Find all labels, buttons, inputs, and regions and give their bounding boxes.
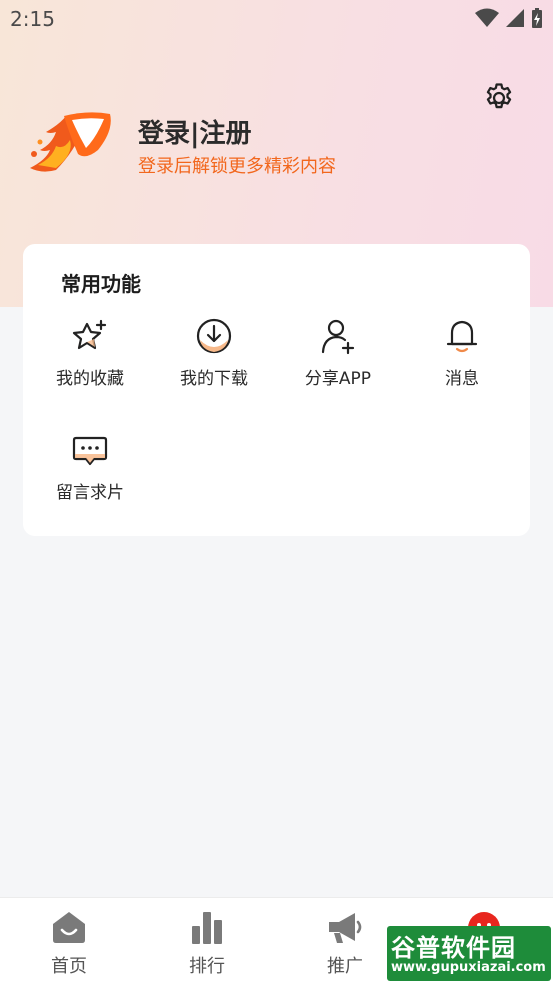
feature-label: 留言求片 (56, 483, 124, 503)
nav-ranking[interactable]: 排行 (162, 908, 252, 978)
gear-icon[interactable] (482, 81, 516, 115)
signal-icon (506, 9, 524, 27)
feature-messages[interactable]: 消息 (407, 316, 517, 396)
nav-label: 排行 (189, 956, 225, 977)
watermark-title: 谷普软件园 (391, 934, 516, 962)
nav-label: 推广 (327, 956, 363, 977)
feature-label: 我的收藏 (56, 369, 124, 389)
feature-label: 我的下载 (180, 369, 248, 389)
user-add-icon (321, 319, 355, 355)
feature-downloads[interactable]: 我的下载 (159, 316, 269, 396)
feature-request-film[interactable]: 留言求片 (35, 430, 145, 510)
nav-label: 首页 (51, 956, 87, 977)
features-card: 常用功能 我的收藏 我的下载 分享APP 消息 留言求片 (23, 244, 530, 536)
login-register-link[interactable]: 登录|注册 (138, 113, 252, 150)
nav-home[interactable]: 首页 (24, 908, 114, 978)
wifi-icon (475, 8, 499, 27)
features-title: 常用功能 (61, 272, 141, 296)
bar-chart-icon (192, 912, 222, 944)
status-time: 2:15 (10, 7, 55, 31)
feature-favorites[interactable]: 我的收藏 (35, 316, 145, 396)
watermark-logo: 谷普软件园 www.gupuxiazai.com (387, 926, 551, 981)
megaphone-icon (329, 913, 362, 943)
chat-bubble-icon (72, 436, 108, 466)
battery-icon (532, 8, 542, 28)
feature-label: 分享APP (304, 369, 372, 389)
status-bar: 2:15 (0, 0, 553, 38)
star-sparkle-icon (72, 319, 107, 350)
bell-icon (446, 320, 478, 353)
feature-label: 消息 (445, 369, 479, 389)
app-logo (30, 112, 111, 172)
nav-promote[interactable]: 推广 (300, 908, 390, 978)
home-icon (53, 912, 85, 943)
feature-share-app[interactable]: 分享APP (283, 316, 393, 396)
login-subtitle: 登录后解锁更多精彩内容 (138, 156, 336, 177)
status-icons (475, 7, 543, 29)
watermark-url: www.gupuxiazai.com (391, 960, 546, 975)
download-icon (196, 318, 232, 354)
